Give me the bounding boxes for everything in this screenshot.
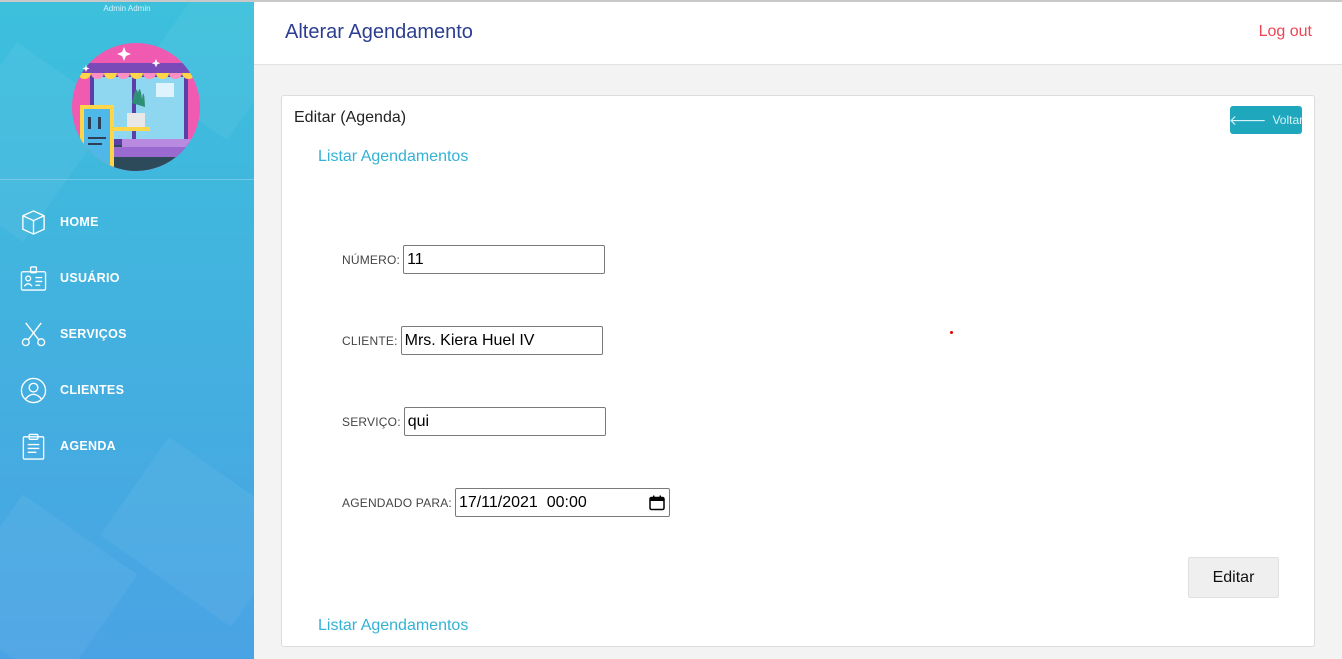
sidebar-item-label: SERVIÇOS	[60, 327, 127, 341]
servico-input[interactable]	[403, 407, 606, 436]
list-appointments-link-bottom[interactable]: Listar Agendamentos	[318, 617, 468, 635]
sidebar-item-agenda[interactable]: AGENDA	[0, 418, 254, 474]
sidebar: Admin Admin HOME USUÁRIO SERVIÇOS CLIENT…	[0, 2, 254, 659]
numero-label: NÚMERO:	[342, 252, 401, 267]
sidebar-item-label: CLIENTES	[60, 383, 125, 397]
box-icon	[22, 209, 45, 235]
calendar-icon[interactable]	[649, 495, 665, 511]
red-dot-marker	[950, 331, 953, 334]
cliente-label: CLIENTE:	[342, 333, 398, 348]
back-button[interactable]: 🡐 Voltar	[1228, 106, 1304, 134]
id-card-icon	[20, 265, 47, 291]
sidebar-item-label: USUÁRIO	[60, 271, 120, 285]
field-servico: SERVIÇO:	[342, 407, 606, 436]
sidebar-item-label: HOME	[60, 215, 99, 229]
field-cliente: CLIENTE:	[342, 326, 603, 355]
sidebar-nav: HOME USUÁRIO SERVIÇOS CLIENTES AGENDA	[0, 194, 254, 474]
sidebar-item-usuario[interactable]: USUÁRIO	[0, 250, 254, 306]
page-title: Alterar Agendamento	[285, 21, 473, 43]
agendado-datetime-input[interactable]: 17/11/2021 00:00	[454, 488, 670, 517]
agendado-label: AGENDADO PARA:	[342, 495, 452, 510]
field-numero: NÚMERO:	[342, 245, 606, 274]
cliente-input[interactable]	[400, 326, 603, 355]
card-title: Editar (Agenda)	[294, 109, 407, 126]
edit-submit-button[interactable]: Editar	[1188, 557, 1279, 598]
scissors-icon	[21, 322, 46, 346]
barbershop-avatar	[72, 43, 200, 171]
servico-label: SERVIÇO:	[342, 414, 401, 429]
user-circle-icon	[20, 377, 47, 403]
numero-input[interactable]	[403, 245, 606, 274]
field-agendado: AGENDADO PARA: 17/11/2021 00:00	[342, 488, 670, 517]
sidebar-divider	[0, 179, 254, 180]
sidebar-item-clientes[interactable]: CLIENTES	[0, 362, 254, 418]
admin-name: Admin Admin	[103, 4, 151, 13]
list-appointments-link-top[interactable]: Listar Agendamentos	[318, 148, 468, 166]
top-header: Alterar Agendamento Log out	[254, 2, 1342, 65]
edit-card: Editar (Agenda) 🡐 Voltar Listar Agendame…	[281, 95, 1315, 647]
arrow-left-icon: 🡐	[1228, 111, 1267, 128]
back-button-label: Voltar	[1272, 113, 1304, 127]
sidebar-item-home[interactable]: HOME	[0, 194, 254, 250]
logout-link[interactable]: Log out	[1259, 23, 1312, 41]
sidebar-item-label: AGENDA	[60, 439, 116, 453]
agendado-value: 17/11/2021 00:00	[458, 493, 587, 511]
sidebar-item-servicos[interactable]: SERVIÇOS	[0, 306, 254, 362]
clipboard-icon	[22, 433, 45, 460]
